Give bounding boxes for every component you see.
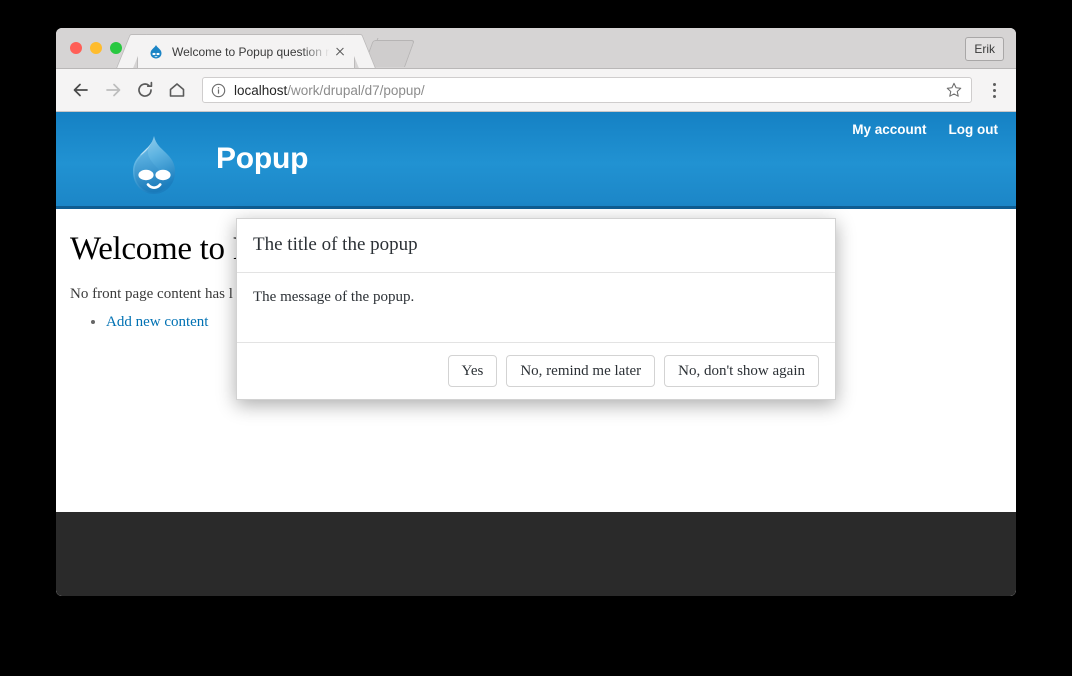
log-out-link[interactable]: Log out bbox=[949, 122, 998, 137]
info-icon bbox=[211, 83, 226, 97]
page-viewport: Popup My account Log out Welcome to P No… bbox=[56, 112, 1016, 596]
user-account-links: My account Log out bbox=[852, 122, 998, 137]
reload-button[interactable] bbox=[132, 77, 158, 103]
browser-window: Welcome to Popup question re Erik localh… bbox=[56, 28, 1016, 596]
star-icon[interactable] bbox=[945, 81, 963, 99]
kebab-dot-3 bbox=[992, 94, 996, 98]
url-text: localhost/work/drupal/d7/popup/ bbox=[234, 83, 425, 98]
popup-dialog: The title of the popup The message of th… bbox=[236, 218, 836, 401]
browser-toolbar: localhost/work/drupal/d7/popup/ bbox=[56, 69, 1016, 112]
profile-label: Erik bbox=[974, 42, 995, 56]
drupal-favicon bbox=[150, 44, 162, 58]
yes-button[interactable]: Yes bbox=[447, 354, 498, 388]
url-host: localhost bbox=[234, 82, 288, 98]
browser-tab-title: Welcome to Popup question re bbox=[172, 44, 330, 59]
home-button[interactable] bbox=[164, 77, 190, 103]
maximize-window-button[interactable] bbox=[110, 42, 122, 54]
site-footer bbox=[56, 512, 1016, 596]
back-button[interactable] bbox=[68, 77, 94, 103]
reload-icon bbox=[138, 81, 153, 97]
drupal-druplicon-logo bbox=[133, 136, 175, 194]
dialog-message: The message of the popup. bbox=[253, 288, 415, 305]
browser-menu-button[interactable] bbox=[984, 77, 1004, 103]
site-name: Popup bbox=[216, 142, 309, 175]
dialog-header: The title of the popup bbox=[237, 219, 835, 273]
add-new-content-link[interactable]: Add new content bbox=[106, 314, 208, 330]
kebab-dot-1 bbox=[992, 82, 996, 86]
my-account-link[interactable]: My account bbox=[852, 122, 926, 137]
site-header: Popup My account Log out bbox=[56, 112, 1016, 209]
dialog-footer: Yes No, remind me later No, don't show a… bbox=[237, 343, 835, 400]
close-tab-icon[interactable] bbox=[332, 44, 348, 60]
minimize-window-button[interactable] bbox=[90, 42, 102, 54]
forward-button[interactable] bbox=[100, 77, 126, 103]
window-controls bbox=[70, 42, 122, 54]
dont-show-again-button[interactable]: No, don't show again bbox=[664, 354, 819, 388]
back-arrow-icon bbox=[73, 83, 88, 97]
address-bar[interactable]: localhost/work/drupal/d7/popup/ bbox=[202, 77, 972, 103]
close-window-button[interactable] bbox=[70, 42, 82, 54]
profile-button[interactable]: Erik bbox=[965, 37, 1004, 61]
browser-tab-active[interactable]: Welcome to Popup question re bbox=[138, 35, 354, 68]
dialog-title: The title of the popup bbox=[253, 234, 418, 255]
remind-me-later-button[interactable]: No, remind me later bbox=[506, 354, 656, 388]
dialog-body: The message of the popup. bbox=[237, 273, 835, 343]
url-path: /work/drupal/d7/popup/ bbox=[287, 82, 425, 98]
browser-tabstrip: Welcome to Popup question re Erik bbox=[56, 28, 1016, 69]
kebab-dot-2 bbox=[992, 88, 996, 92]
forward-arrow-icon bbox=[106, 83, 121, 97]
home-icon bbox=[169, 83, 185, 97]
